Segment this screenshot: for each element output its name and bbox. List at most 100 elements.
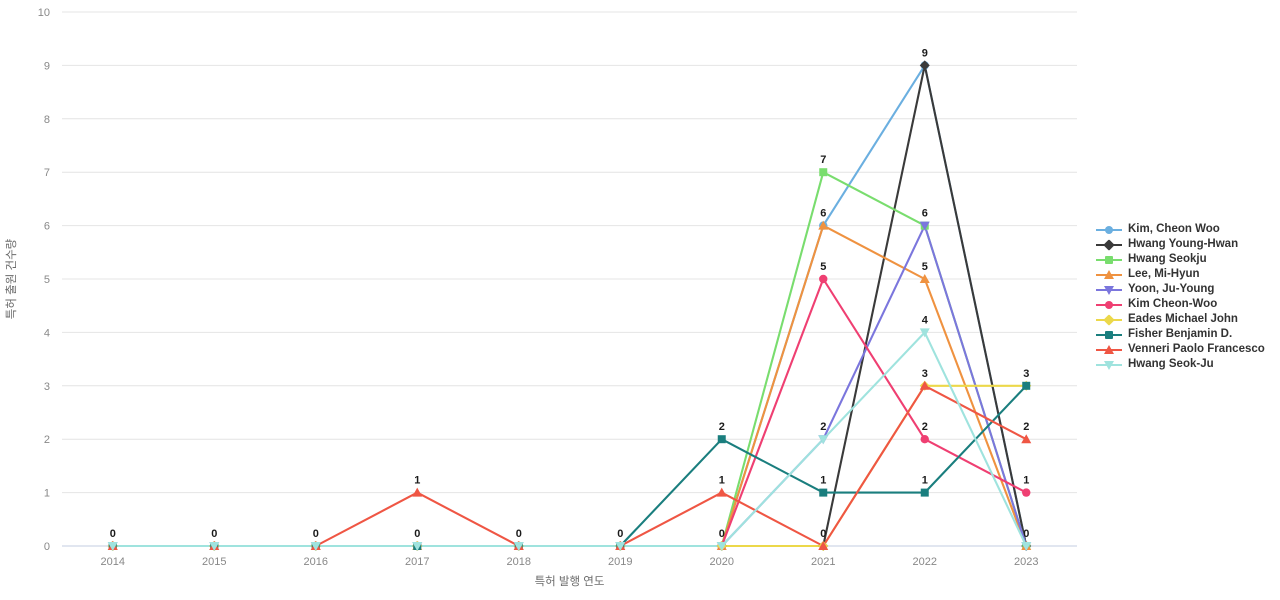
data-label-2023-2: 2 [1023,421,1029,433]
data-label-2021-6: 6 [820,208,826,220]
y-tick-label-7: 7 [44,167,50,179]
legend-marker-square-icon [1105,255,1113,264]
data-label-2017-1: 1 [414,475,420,487]
x-tick-label-2020: 2020 [710,556,734,568]
series-eades-michael-john [111,384,1028,548]
legend-item-label: Hwang Seok-Ju [1128,358,1214,370]
legend-swatch-icon [1096,297,1122,312]
legend-swatch-icon [1096,342,1122,357]
legend-item-hwang-seok-ju[interactable]: Hwang Seok-Ju [1096,357,1280,372]
data-label-2021-0: 0 [820,528,826,540]
data-label-2022-1: 1 [922,475,928,487]
legend-marker-itriangle-icon [1104,286,1114,295]
data-label-2021-1: 1 [820,475,826,487]
y-tick-label-3: 3 [44,381,50,393]
series-path [111,384,1028,548]
data-label-2022-9: 9 [922,47,928,59]
legend-item-fisher-benjamin-d-[interactable]: Fisher Benjamin D. [1096,327,1280,342]
y-tick-label-6: 6 [44,221,50,233]
legend-swatch-icon [1096,237,1122,252]
series-path [111,384,1028,548]
series-kim-cheon-woo [111,277,1028,548]
data-label-2018-0: 0 [516,528,522,540]
data-label-2016-0: 0 [313,528,319,540]
line-chart: 0 1 2 3 4 5 6 7 8 9 10 2014 2015 2016 2017 2018 2019 2020… [0,0,1280,600]
marker-fisher-benjamin-d--2023 [1022,381,1031,390]
y-tick-label-1: 1 [44,488,50,500]
data-label-2022-2: 2 [922,421,928,433]
x-tick-label-2023: 2023 [1014,556,1038,568]
data-label-2015-0: 0 [211,528,217,540]
marker-hwang-seokju-2021 [819,168,828,177]
series-path [111,64,1028,548]
legend-marker-triangle-icon [1104,270,1114,279]
legend-swatch-icon [1096,282,1122,297]
marker-hwang-young-hwan-2022 [919,60,930,71]
legend-swatch-icon [1096,252,1122,267]
x-axis-title: 특허 발행 연도 [535,575,605,588]
series-venneri-paolo-francesco [111,384,1028,548]
data-label-2020-2: 2 [719,421,725,433]
legend-item-venneri-paolo-francesco[interactable]: Venneri Paolo Francesco [1096,342,1280,357]
legend-swatch-icon [1096,357,1122,372]
chart-plot-area: 0123456789102014 2015 2016 2017 2018 2019 2020… [4,7,1077,588]
y-tick-label-8: 8 [44,114,50,126]
chart-legend: Kim, Cheon Woo Hwang Young-Hwan Hwang Seok… [1096,222,1280,372]
legend-item-label: Lee, Mi-Hyun [1128,268,1200,280]
legend-swatch-icon [1096,267,1122,282]
series-path [111,64,1028,548]
data-label-2020-1: 1 [719,475,725,487]
legend-item-hwang-young-hwan[interactable]: Hwang Young-Hwan [1096,237,1280,252]
data-label-2014-0: 0 [110,528,116,540]
legend-item-eades-michael-john[interactable]: Eades Michael John [1096,312,1280,327]
data-label-2022-5: 5 [922,261,928,273]
legend-item-kim-cheon-woo[interactable]: Kim, Cheon Woo [1096,222,1280,237]
data-label-2019-0: 0 [617,528,623,540]
marker-fisher-benjamin-d--2020 [717,435,726,444]
legend-swatch-icon [1096,327,1122,342]
data-label-2021-7: 7 [820,154,826,166]
y-tick-label-2: 2 [44,434,50,446]
legend-marker-circle-icon [1105,300,1113,309]
series-path [111,277,1028,548]
legend-item-label: Yoon, Ju-Young [1128,283,1215,295]
data-label-2022-3: 3 [922,368,928,380]
data-label-2023-1: 1 [1023,475,1029,487]
data-label-2017-0: 0 [414,528,420,540]
y-tick-label-5: 5 [44,274,50,286]
series-hwang-young-hwan [111,64,1028,548]
legend-item-label: Fisher Benjamin D. [1128,328,1233,340]
data-label-2022-6: 6 [922,208,928,220]
legend-marker-diamond-icon [1103,238,1115,251]
series-path [111,171,1028,548]
y-tick-label-0: 0 [44,541,50,553]
legend-item-label: Eades Michael John [1128,313,1238,325]
x-tick-label-2016: 2016 [304,556,328,568]
legend-swatch-icon [1096,312,1122,327]
data-label-2023-0: 0 [1023,528,1029,540]
legend-marker-diamond-icon [1103,313,1115,326]
x-tick-label-2019: 2019 [608,556,632,568]
legend-item-label: Kim, Cheon Woo [1128,223,1220,235]
legend-item-label: Hwang Young-Hwan [1128,238,1239,250]
series-hwang-seokju [111,171,1028,548]
legend-marker-square-icon [1105,330,1113,339]
x-tick-label-2015: 2015 [202,556,226,568]
data-label-2023-3: 3 [1023,368,1029,380]
data-label-2022-4: 4 [922,314,929,326]
legend-item-kim-cheon-woo[interactable]: Kim Cheon-Woo [1096,297,1280,312]
legend-item-lee-mi-hyun[interactable]: Lee, Mi-Hyun [1096,267,1280,282]
x-tick-label-2021: 2021 [811,556,835,568]
data-label-2021-2: 2 [820,421,826,433]
y-axis-title: 특허 출원 건수량 [4,238,18,319]
data-label-2020-0: 0 [719,528,725,540]
y-tick-label-9: 9 [44,60,50,72]
legend-marker-circle-icon [1105,225,1113,234]
data-label-2021-5: 5 [820,261,826,273]
legend-item-yoon-ju-young[interactable]: Yoon, Ju-Young [1096,282,1280,297]
legend-marker-itriangle-icon [1104,361,1114,370]
marker-kim-cheon-woo-2021 [819,274,828,284]
legend-item-label: Kim Cheon-Woo [1128,298,1218,310]
legend-item-label: Venneri Paolo Francesco [1128,343,1265,355]
legend-item-hwang-seokju[interactable]: Hwang Seokju [1096,252,1280,267]
